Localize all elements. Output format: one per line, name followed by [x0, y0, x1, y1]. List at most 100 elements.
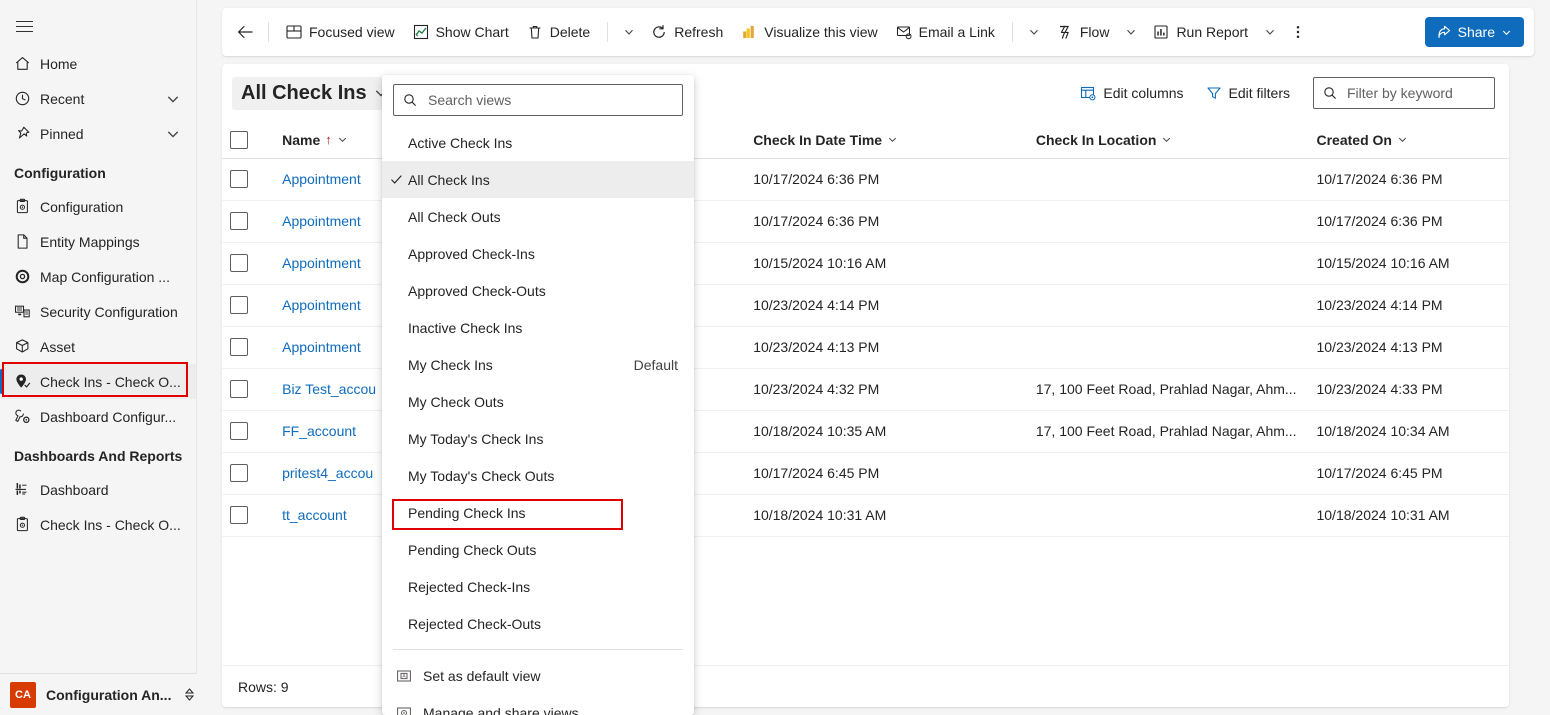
view-menu-item-label: Approved Check-Outs [408, 282, 546, 299]
view-menu-action-manage-and-share-views[interactable]: Manage and share views [382, 694, 694, 715]
view-menu-item-active-check-ins[interactable]: Active Check Ins [382, 124, 694, 161]
record-link[interactable]: Appointment [282, 213, 361, 229]
back-arrow-icon[interactable] [230, 17, 260, 47]
chevron-down-icon [1397, 134, 1408, 145]
filter-icon [1206, 85, 1222, 101]
cell-created-on: 10/23/2024 4:33 PM [1308, 368, 1509, 411]
sidebar-app-switcher[interactable]: CA Configuration An... [0, 673, 197, 715]
sidebar-item-check-ins-check-o[interactable]: Check Ins - Check O... [0, 364, 196, 399]
view-menu-item-label: Approved Check-Ins [408, 245, 535, 262]
sidebar-item-check-ins-check-o[interactable]: Check Ins - Check O... [0, 507, 196, 542]
view-menu-item-my-today-s-check-outs[interactable]: My Today's Check Outs [382, 457, 694, 494]
command-bar: Focused view Show Chart Delete Refresh V… [222, 8, 1534, 56]
flow-chevron-down-icon[interactable] [1118, 16, 1144, 48]
run-report-button[interactable]: Run Report [1144, 16, 1257, 48]
visualize-this-view-button[interactable]: Visualize this view [732, 16, 886, 48]
sidebar-item-map-configuration[interactable]: Map Configuration ... [0, 259, 196, 294]
chevron-updown-icon[interactable] [183, 687, 196, 702]
view-menu-item-rejected-check-outs[interactable]: Rejected Check-Outs [382, 605, 694, 642]
delete-button[interactable]: Delete [518, 16, 599, 48]
row-select-cell [222, 242, 275, 285]
delete-dropdown-chevron-down-icon[interactable] [616, 16, 642, 48]
sidebar: Home Recent Pinned Configuration Configura… [0, 0, 197, 715]
view-menu-item-my-today-s-check-ins[interactable]: My Today's Check Ins [382, 420, 694, 457]
command-bar-divider-3 [1011, 22, 1013, 42]
site-map-hamburger-icon[interactable] [0, 6, 48, 46]
cell-checkin-datetime: 10/23/2024 4:14 PM [745, 284, 1028, 327]
record-link[interactable]: tt_account [282, 507, 347, 523]
view-menu-item-pending-check-outs[interactable]: Pending Check Outs [382, 531, 694, 568]
row-checkbox[interactable] [230, 296, 248, 314]
search-views-input[interactable] [426, 91, 673, 109]
sidebar-item-security-configuration[interactable]: Security Configuration [0, 294, 196, 329]
powerbi-icon [741, 24, 757, 40]
filter-by-keyword-box[interactable] [1313, 77, 1495, 109]
view-menu-item-all-check-outs[interactable]: All Check Outs [382, 198, 694, 235]
record-link[interactable]: pritest4_accou [282, 465, 373, 481]
edit-columns-button[interactable]: Edit columns [1071, 77, 1192, 109]
grid-toolbar-right: Edit columns Edit filters [1071, 77, 1495, 109]
security-icon [14, 303, 40, 320]
chevron-down-icon[interactable] [166, 92, 180, 106]
column-header-created-on[interactable]: Created On [1308, 122, 1509, 159]
row-checkbox[interactable] [230, 170, 248, 188]
row-checkbox[interactable] [230, 212, 248, 230]
view-menu-item-my-check-outs[interactable]: My Check Outs [382, 383, 694, 420]
view-menu-item-rejected-check-ins[interactable]: Rejected Check-Ins [382, 568, 694, 605]
column-header-checkin-datetime[interactable]: Check In Date Time [745, 122, 1028, 159]
row-checkbox[interactable] [230, 422, 248, 440]
share-icon [1437, 25, 1452, 40]
sidebar-item-home[interactable]: Home [0, 46, 196, 81]
view-menu-item-my-check-ins[interactable]: My Check Ins Default [382, 346, 694, 383]
record-link[interactable]: Biz Test_accou [282, 381, 376, 397]
view-menu-item-pending-check-ins[interactable]: Pending Check Ins [382, 494, 694, 531]
filter-by-keyword-input[interactable] [1345, 84, 1485, 102]
focused-view-button[interactable]: Focused view [277, 16, 404, 48]
row-checkbox[interactable] [230, 254, 248, 272]
edit-columns-label: Edit columns [1103, 85, 1184, 101]
sidebar-item-asset[interactable]: Asset [0, 329, 196, 364]
sidebar-item-dashboard-configur[interactable]: Dashboard Configur... [0, 399, 196, 434]
search-views-box[interactable] [393, 84, 683, 116]
sidebar-item-entity-mappings[interactable]: Entity Mappings [0, 224, 196, 259]
row-checkbox[interactable] [230, 338, 248, 356]
row-checkbox[interactable] [230, 464, 248, 482]
sidebar-item-label: Dashboard Configur... [40, 408, 177, 425]
sidebar-item-pinned[interactable]: Pinned [0, 116, 196, 151]
more-commands-icon[interactable] [1283, 16, 1313, 48]
show-chart-icon [413, 24, 429, 40]
refresh-button[interactable]: Refresh [642, 16, 732, 48]
view-menu-item-approved-check-ins[interactable]: Approved Check-Ins [382, 235, 694, 272]
view-menu-item-inactive-check-ins[interactable]: Inactive Check Ins [382, 309, 694, 346]
email-a-link-button[interactable]: Email a Link [887, 16, 1004, 48]
show-chart-button[interactable]: Show Chart [404, 16, 518, 48]
view-menu-divider [393, 649, 683, 650]
row-checkbox[interactable] [230, 506, 248, 524]
select-all-checkbox[interactable] [230, 130, 248, 149]
share-button[interactable]: Share [1424, 17, 1524, 47]
sidebar-item-recent[interactable]: Recent [0, 81, 196, 116]
chevron-down-icon[interactable] [166, 127, 180, 141]
view-selector-button[interactable]: All Check Ins [232, 76, 397, 110]
cell-checkin-datetime: 10/23/2024 4:13 PM [745, 326, 1028, 369]
run-report-chevron-down-icon[interactable] [1257, 16, 1283, 48]
focused-view-label: Focused view [309, 24, 395, 40]
column-header-checkin-location[interactable]: Check In Location [1027, 122, 1309, 159]
focused-view-icon [286, 24, 302, 40]
sidebar-item-configuration[interactable]: Configuration [0, 189, 196, 224]
sidebar-item-label: Check Ins - Check O... [40, 373, 181, 390]
email-dropdown-chevron-down-icon[interactable] [1021, 16, 1047, 48]
cell-checkin-location [1027, 158, 1309, 201]
record-link[interactable]: Appointment [282, 171, 361, 187]
record-link[interactable]: Appointment [282, 255, 361, 271]
record-link[interactable]: FF_account [282, 423, 356, 439]
row-checkbox[interactable] [230, 380, 248, 398]
sidebar-item-dashboard[interactable]: Dashboard [0, 472, 196, 507]
flow-button[interactable]: Flow [1047, 16, 1119, 48]
view-menu-item-all-check-ins[interactable]: All Check Ins [382, 161, 694, 198]
record-link[interactable]: Appointment [282, 339, 361, 355]
view-menu-action-set-as-default-view[interactable]: A Set as default view [382, 657, 694, 694]
view-menu-item-approved-check-outs[interactable]: Approved Check-Outs [382, 272, 694, 309]
edit-filters-button[interactable]: Edit filters [1197, 77, 1299, 109]
record-link[interactable]: Appointment [282, 297, 361, 313]
